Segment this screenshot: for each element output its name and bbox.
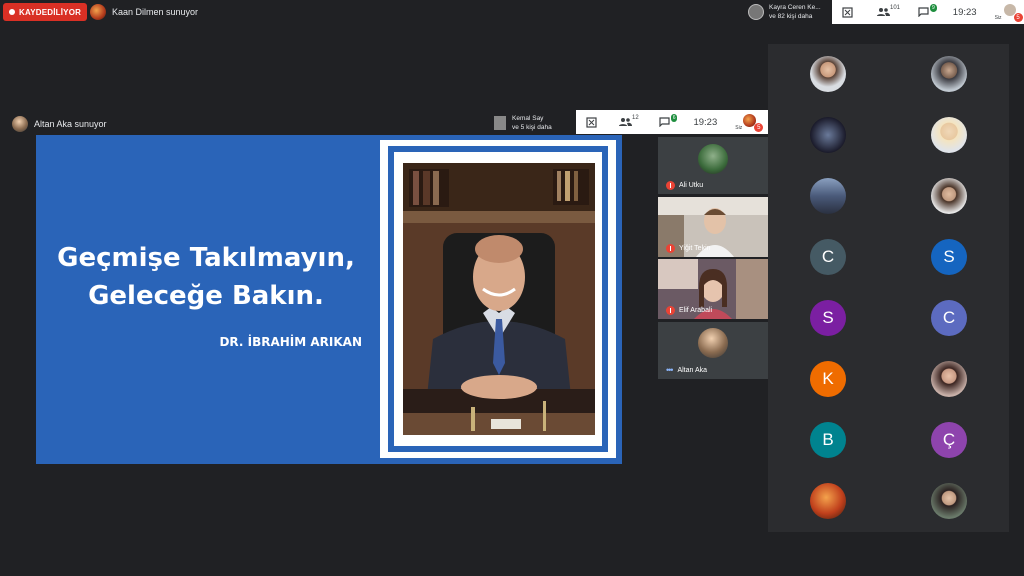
viewers-summary[interactable]: Kayra Ceren Ke... ve 82 kişi daha [748, 2, 830, 22]
participant-name: Elif Arabali [679, 307, 713, 314]
participant-name-label: Elif Arabali [666, 306, 712, 315]
self-label: Siz [994, 15, 1002, 21]
participant-tile[interactable]: Ali Utku [658, 137, 768, 194]
participant-avatar[interactable]: S [810, 300, 846, 336]
participant-avatar [698, 328, 728, 358]
participant-name-label: Ali Utku [666, 181, 703, 190]
participant-name: Ali Utku [679, 182, 704, 189]
participant-name: Yiğit Tekin [679, 245, 711, 252]
viewers-line1: Kayra Ceren Ke... [769, 4, 821, 11]
chat-badge: 9 [930, 4, 937, 12]
inner-people-button[interactable]: 12 [619, 115, 639, 127]
activities-icon[interactable] [842, 6, 853, 18]
mic-off-icon [666, 181, 675, 190]
participant-avatar[interactable] [810, 178, 846, 214]
people-count: 101 [890, 5, 901, 11]
participant-avatar[interactable] [810, 483, 846, 519]
participant-tile[interactable]: ••• Altan Aka [658, 322, 768, 379]
inner-chat-button[interactable]: 6 [659, 114, 678, 127]
people-button[interactable]: 101 [877, 5, 901, 17]
chat-icon [918, 7, 929, 17]
inner-viewers-line2: ve 5 kişi daha [512, 124, 552, 131]
clock: 19:23 [952, 6, 977, 18]
participant-name-label: Yiğit Tekin [666, 244, 711, 253]
slide-line1: Geçmişe Takılmayın, [57, 243, 355, 273]
viewers-line2: ve 82 kişi daha [769, 13, 813, 20]
participant-avatar[interactable] [810, 56, 846, 92]
speaking-dots-icon: ••• [666, 365, 674, 375]
participant-avatar[interactable] [931, 178, 967, 214]
people-icon [877, 8, 890, 16]
recording-label: KAYDEDİLİYOR [19, 7, 82, 17]
slide-author: DR. İBRAHİM ARIKAN [219, 335, 362, 349]
presenter-avatar [90, 4, 106, 20]
inner-viewer-avatar [494, 116, 506, 130]
self-badge: 5 [1013, 13, 1023, 22]
mic-off-icon [666, 306, 675, 315]
participant-tile[interactable]: Elif Arabali [658, 259, 768, 319]
portrait-frame [380, 140, 616, 458]
viewer-avatar [748, 4, 764, 20]
participant-name: Altan Aka [677, 366, 708, 374]
recording-badge: KAYDEDİLİYOR [3, 3, 88, 21]
participant-avatar[interactable] [931, 361, 967, 397]
inner-self-indicator[interactable]: Siz 5 [735, 111, 764, 133]
participant-avatar[interactable] [931, 117, 967, 153]
presenter-indicator: Kaan Dilmen sunuyor [90, 3, 198, 21]
participant-avatar[interactable]: Ç [931, 422, 967, 458]
participant-tile[interactable]: Yiğit Tekin [658, 197, 768, 257]
participant-avatar[interactable]: C [810, 239, 846, 275]
participant-avatar[interactable]: B [810, 422, 846, 458]
participant-avatar[interactable]: K [810, 361, 846, 397]
participant-avatar[interactable] [810, 117, 846, 153]
inner-self-badge: 5 [754, 123, 764, 132]
inner-clock: 19:23 [693, 116, 718, 128]
slide-quote: Geçmişe Takılmayın, Geleceğe Bakın. [36, 239, 376, 315]
mic-off-icon [666, 244, 675, 253]
inner-chat-icon [659, 117, 670, 127]
slide-line2: Geleceğe Bakın. [88, 281, 324, 311]
inner-people-count: 12 [632, 115, 639, 121]
inner-meeting-toolbar: 12 6 19:23 Siz 5 [576, 110, 768, 134]
participant-avatar [698, 144, 728, 174]
participant-avatar[interactable] [931, 483, 967, 519]
participant-grid: C S S C K B Ç [768, 44, 1009, 532]
inner-people-icon [619, 118, 632, 126]
inner-presenter-avatar [12, 116, 28, 132]
meeting-toolbar: 101 9 19:23 Siz 5 [832, 0, 1024, 24]
portrait-photo [403, 163, 595, 435]
participant-avatar[interactable]: C [931, 300, 967, 336]
inner-viewers-summary[interactable]: Kemal Say ve 5 kişi daha [494, 112, 576, 134]
record-dot-icon [9, 9, 15, 15]
inner-presenter-indicator: Altan Aka sunuyor [12, 116, 107, 132]
self-indicator[interactable]: Siz 5 [995, 1, 1023, 23]
inner-activities-icon[interactable] [586, 116, 597, 128]
inner-viewers-line1: Kemal Say [512, 115, 544, 122]
participant-avatar[interactable] [931, 56, 967, 92]
participant-avatar[interactable]: S [931, 239, 967, 275]
presenter-text: Kaan Dilmen sunuyor [112, 7, 199, 17]
inner-presenter-text: Altan Aka sunuyor [34, 119, 107, 129]
inner-self-label: Siz [735, 125, 743, 131]
participant-name-label: ••• Altan Aka [666, 365, 707, 375]
chat-button[interactable]: 9 [918, 4, 937, 17]
shared-slide: Geçmişe Takılmayın, Geleceğe Bakın. DR. … [36, 135, 622, 464]
inner-chat-badge: 6 [670, 114, 678, 122]
